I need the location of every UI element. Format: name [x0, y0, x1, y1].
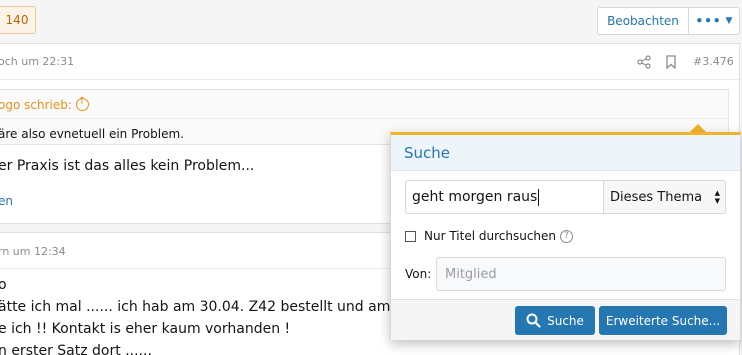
member-input[interactable]: Mitglied [436, 257, 726, 291]
search-query: geht morgen raus [412, 189, 538, 205]
post-header: och um 22:31 #3.476 [0, 44, 739, 80]
post-line: e ich !! Kontakt is eher kaum vorhanden … [0, 321, 291, 337]
chevron-down-icon: ▼ [725, 16, 733, 26]
title-only-checkbox[interactable] [405, 230, 416, 242]
search-scope-value: Dieses Thema [610, 189, 703, 205]
select-arrows-icon: ▲ ▼ [714, 189, 720, 205]
post-number[interactable]: #3.476 [693, 55, 734, 68]
more-dots-icon: ••• [695, 14, 722, 28]
popup-title: Suche [391, 135, 740, 171]
search-button-label: Suche [547, 313, 584, 328]
arrow-up-circle-icon[interactable] [75, 96, 89, 111]
title-only-label: Nur Titel durchsuchen [424, 229, 557, 243]
advanced-search-button[interactable]: Erweiterte Suche... [599, 306, 727, 335]
search-scope-select[interactable]: Dieses Thema ▲ ▼ [603, 180, 726, 214]
popup-footer: Suche Erweiterte Suche... [391, 299, 740, 340]
bookmark-icon[interactable] [665, 55, 677, 69]
post-line: ätte ich mal ...... ich hab am 30.04. Z4… [0, 299, 435, 315]
post-body: er Praxis ist das alles kein Problem... [0, 158, 255, 174]
thread-toolbar: 140 Beobachten ••• ▼ [0, 0, 742, 43]
search-popup: Suche geht morgen raus Dieses Thema ▲ ▼ N… [390, 132, 741, 340]
quote-author-link[interactable]: ogo schrieb: [0, 96, 89, 112]
post-line: n erster Satz dort ...... [0, 343, 152, 355]
search-input[interactable]: geht morgen raus [405, 180, 603, 214]
text-cursor [538, 188, 540, 206]
quote-author: ogo schrieb: [0, 98, 72, 112]
quote-header: ogo schrieb: [0, 90, 728, 119]
quote-text: äre also evnetuell ein Problem. [0, 127, 184, 141]
search-icon [526, 313, 541, 328]
post-date[interactable]: rn um 12:34 [0, 245, 66, 258]
page-count-button[interactable]: 140 [0, 6, 36, 34]
watch-button[interactable]: Beobachten [597, 7, 689, 35]
post-link[interactable]: en [0, 194, 13, 208]
search-button[interactable]: Suche [515, 306, 595, 335]
title-only-option[interactable]: Nur Titel durchsuchen ? [405, 229, 574, 243]
more-options-button[interactable]: ••• ▼ [689, 7, 740, 35]
help-icon[interactable]: ? [560, 229, 574, 243]
search-row: geht morgen raus Dieses Thema ▲ ▼ [405, 180, 726, 214]
share-icon[interactable] [637, 55, 651, 69]
post-date[interactable]: och um 22:31 [0, 55, 74, 68]
from-label: Von: [405, 267, 432, 281]
post-line: o [0, 277, 7, 293]
